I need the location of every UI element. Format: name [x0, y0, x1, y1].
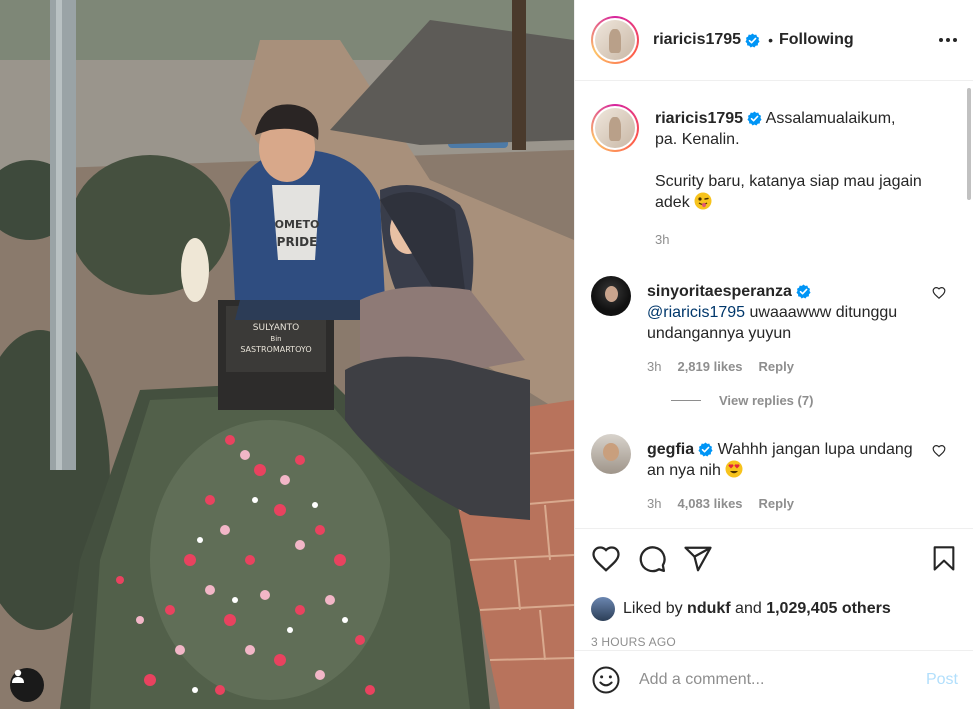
like-heart-icon[interactable] [591, 544, 621, 574]
tombstone-line1: SULYANTO [253, 323, 299, 333]
post-comment-button[interactable]: Post [926, 671, 958, 689]
caption: riaricis1795 Assalamualaikum, pa. Kenali… [591, 104, 958, 250]
liked-by-user[interactable]: ndukf [687, 600, 731, 618]
view-replies-button[interactable]: View replies (7) [647, 393, 958, 408]
more-options-icon[interactable] [939, 32, 957, 48]
action-icons [591, 543, 958, 575]
heart-eyes-emoji-icon [725, 460, 743, 478]
caption-avatar[interactable] [591, 104, 639, 152]
comment-time[interactable]: 3h [647, 493, 661, 514]
share-icon[interactable] [683, 544, 713, 574]
tombstone-line2: Bin [270, 335, 281, 343]
view-replies-label[interactable]: View replies (7) [719, 393, 813, 408]
shirt-text-2: PRIDE [277, 235, 318, 249]
winking-tongue-emoji-icon [694, 192, 712, 210]
liked-by-and: and [735, 600, 762, 617]
comment-icon[interactable] [637, 544, 667, 574]
verified-icon [747, 111, 762, 126]
emoji-icon[interactable] [591, 665, 621, 695]
comment-mention[interactable]: @riaricis1795 [647, 304, 745, 321]
caption-time[interactable]: 3h [655, 229, 669, 250]
comment-input[interactable] [639, 671, 926, 689]
user-tag-icon [12, 669, 24, 683]
post-photo[interactable]: SULYANTO Bin SASTROMARTOYO OMETO PRIDE [0, 0, 574, 709]
post-side-panel: riaricis1795 • Following riaricis1795 As… [574, 0, 973, 709]
caption-line-1: riaricis1795 Assalamualaikum, pa. Kenali… [655, 108, 922, 150]
author-username[interactable]: riaricis1795 [653, 31, 741, 49]
post-header: riaricis1795 • Following [575, 0, 973, 81]
commenter-avatar[interactable] [591, 276, 631, 316]
reply-button[interactable]: Reply [759, 493, 794, 514]
reply-button[interactable]: Reply [759, 356, 794, 377]
liked-by: Liked by ndukf and 1,029,405 others [591, 597, 958, 621]
liker-avatar[interactable] [591, 597, 615, 621]
verified-icon [698, 442, 713, 457]
user-tag-button[interactable] [10, 668, 44, 702]
bookmark-icon[interactable] [930, 544, 958, 574]
heart-icon[interactable] [932, 286, 946, 300]
caption-line-2: Scurity baru, katanya siap mau jagain ad… [655, 171, 922, 213]
liked-by-others[interactable]: 1,029,405 others [766, 600, 891, 618]
commenter-username[interactable]: gegfia [647, 441, 694, 458]
add-comment-bar: Post [575, 650, 973, 709]
comment-meta: 3h 4,083 likes Reply [647, 493, 922, 514]
post-actions: Liked by ndukf and 1,029,405 others 3 HO… [575, 528, 973, 649]
comment-likes[interactable]: 2,819 likes [677, 356, 742, 377]
caption-meta: 3h [655, 229, 922, 250]
caption-username[interactable]: riaricis1795 [655, 110, 743, 127]
comments-list: riaricis1795 Assalamualaikum, pa. Kenali… [575, 82, 973, 528]
comment-likes[interactable]: 4,083 likes [677, 493, 742, 514]
heart-icon[interactable] [932, 444, 946, 458]
liked-by-prefix: Liked by [623, 600, 683, 617]
comment-item: gegfia Wahhh jangan lupa undang an nya n… [591, 434, 958, 514]
comment-item: sinyoritaesperanza @riaricis1795 uwaaaww… [591, 276, 958, 377]
grave-photo-illustration: SULYANTO Bin SASTROMARTOYO OMETO PRIDE [0, 0, 574, 709]
verified-icon [796, 284, 811, 299]
shirt-text-1: OMETO [275, 218, 320, 231]
verified-icon [745, 32, 760, 48]
tombstone-line3: SASTROMARTOYO [240, 345, 311, 354]
comment-time[interactable]: 3h [647, 356, 661, 377]
following-button[interactable]: Following [779, 31, 854, 49]
separator-dot: • [768, 32, 773, 48]
comment-meta: 3h 2,819 likes Reply [647, 356, 922, 377]
commenter-username[interactable]: sinyoritaesperanza [647, 283, 792, 300]
commenter-avatar[interactable] [591, 434, 631, 474]
post-timestamp[interactable]: 3 HOURS AGO [591, 635, 958, 649]
author-avatar[interactable] [591, 16, 639, 64]
